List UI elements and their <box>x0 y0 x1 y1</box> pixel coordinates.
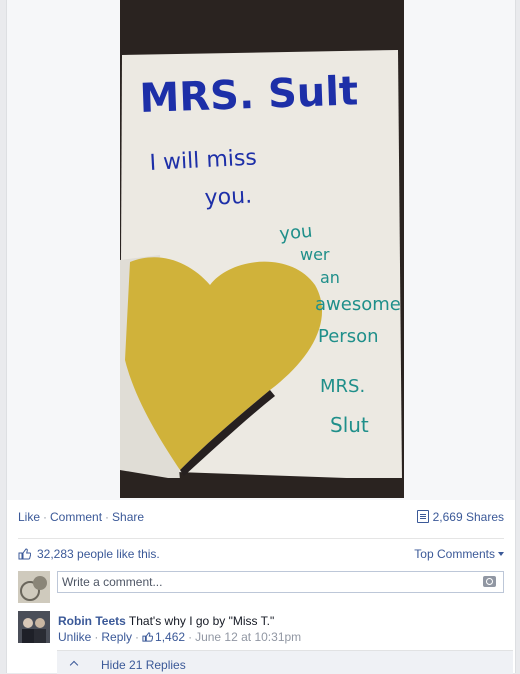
caret-down-icon <box>498 552 504 556</box>
separator: · <box>105 510 110 524</box>
comment-item: Robin Teets That's why I go by "Miss T."… <box>18 611 504 651</box>
note-line-9: MRS. <box>320 376 365 397</box>
shares-count: 2,669 Shares <box>432 510 504 524</box>
note-line-5: wer <box>300 245 330 264</box>
comment-link[interactable]: Comment <box>50 510 102 524</box>
camera-icon[interactable] <box>483 576 496 587</box>
separator: · <box>188 630 193 644</box>
shares-icon <box>416 510 429 523</box>
thumbs-up-icon <box>142 632 154 642</box>
share-link[interactable]: Share <box>112 510 144 524</box>
unlike-link[interactable]: Unlike <box>58 630 91 644</box>
hide-replies-bar[interactable]: Hide 21 Replies <box>57 650 513 674</box>
post-actions: Like · Comment · Share 2,669 Shares <box>18 510 504 528</box>
comment-body: Robin Teets That's why I go by "Miss T."… <box>58 613 301 645</box>
comment-text: That's why I go by "Miss T." <box>128 614 275 628</box>
note-line-10: Slut <box>330 413 369 437</box>
hide-replies-label: Hide 21 Replies <box>101 658 186 672</box>
photo-drawing: MRS. Sult I will miss you. you wer an aw… <box>120 0 404 498</box>
avatar[interactable] <box>18 571 50 603</box>
reply-link[interactable]: Reply <box>101 630 132 644</box>
note-line-7: awesome <box>315 294 401 315</box>
post-photo[interactable]: MRS. Sult I will miss you. you wer an aw… <box>120 0 404 498</box>
avatar[interactable] <box>18 611 50 643</box>
note-line-4: you <box>278 221 313 245</box>
likes-count-link[interactable]: 32,283 people like this. <box>37 547 160 561</box>
thumbs-up-icon <box>18 548 32 563</box>
shares-count-link[interactable]: 2,669 Shares <box>416 510 504 524</box>
comment-input-placeholder: Write a comment... <box>62 575 163 589</box>
photo-stage: MRS. Sult I will miss you. you wer an aw… <box>7 0 515 500</box>
comment-like-count: 1,462 <box>155 630 186 644</box>
comment-likes[interactable]: 1,462 <box>142 630 185 644</box>
note-line-8: Person <box>318 326 379 347</box>
chevron-up-icon <box>69 660 79 670</box>
like-link[interactable]: Like <box>18 510 40 524</box>
top-comments-label: Top Comments <box>414 547 495 561</box>
note-line-3: you. <box>204 184 253 211</box>
likes-summary: 32,283 people like this. Top Comments <box>18 538 504 564</box>
top-comments-dropdown[interactable]: Top Comments <box>414 547 504 561</box>
comment-author[interactable]: Robin Teets <box>58 614 126 628</box>
comment-timestamp[interactable]: June 12 at 10:31pm <box>195 630 301 644</box>
separator: · <box>43 510 48 524</box>
comment-input[interactable]: Write a comment... <box>57 571 504 593</box>
comment-composer: Write a comment... <box>18 571 504 603</box>
separator: · <box>135 630 140 644</box>
post-card: MRS. Sult I will miss you. you wer an aw… <box>6 0 516 673</box>
note-line-6: an <box>320 268 340 287</box>
note-line-1: MRS. Sult <box>139 68 359 122</box>
separator: · <box>94 630 99 644</box>
